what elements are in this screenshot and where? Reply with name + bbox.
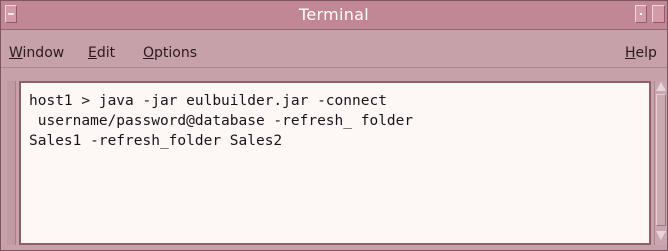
menu-options[interactable]: Options [143, 44, 197, 62]
menu-bar: Window Edit Options Help [1, 40, 667, 64]
minimize-icon[interactable] [635, 5, 647, 23]
vertical-scrollbar[interactable] [654, 81, 667, 245]
terminal-line: username/password@database -refresh_ fol… [29, 113, 414, 129]
scrollbar-thumb[interactable] [656, 94, 666, 226]
scroll-up-arrow-icon[interactable] [656, 82, 666, 91]
menu-help[interactable]: Help [625, 44, 657, 62]
window-title: Terminal [298, 5, 370, 24]
terminal-line: host1 > java -jar eulbuilder.jar -connec… [29, 93, 387, 109]
terminal-window: Terminal Window Edit Options Help host1 … [0, 0, 668, 251]
title-bar[interactable]: Terminal [1, 1, 667, 30]
menu-window[interactable]: Window [9, 44, 64, 62]
menu-edit[interactable]: Edit [88, 44, 115, 62]
terminal-output-area[interactable]: host1 > java -jar eulbuilder.jar -connec… [19, 81, 651, 245]
left-rail [7, 81, 16, 245]
terminal-text[interactable]: host1 > java -jar eulbuilder.jar -connec… [29, 91, 413, 151]
scroll-down-arrow-icon[interactable] [656, 231, 666, 240]
menu-separator [1, 67, 667, 68]
terminal-line: Sales1 -refresh_folder Sales2 [29, 133, 283, 149]
maximize-icon[interactable] [652, 5, 665, 23]
